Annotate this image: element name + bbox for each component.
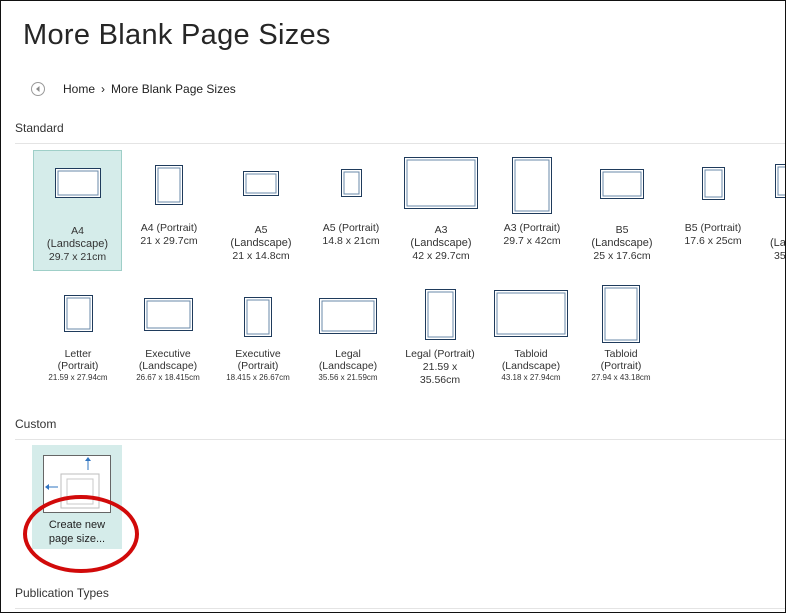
page-thumbnail (404, 157, 478, 209)
tile-dimensions: 21 x 14.8cm (232, 250, 290, 262)
page-thumbnail (143, 298, 193, 331)
tile-dimensions: 42 x 29.7cm (412, 250, 470, 262)
page-size-executive-portrait[interactable]: Executive (Portrait) 18.415 x 26.67cm (213, 281, 303, 403)
divider (15, 608, 785, 609)
tile-name: A4 (71, 225, 84, 237)
tile-orientation: (Portrait) (600, 360, 642, 372)
tile-dimensions: 14.8 x 21cm (322, 235, 380, 247)
page-thumbnail (340, 169, 362, 197)
page-title: More Blank Page Sizes (23, 19, 331, 51)
page-size-a3-portrait[interactable]: A3 (Portrait) 29.7 x 42cm (487, 150, 577, 271)
back-button[interactable] (31, 82, 45, 96)
tile-orientation: (Landscape) (138, 360, 198, 372)
window: More Blank Page Sizes Home › More Blank … (0, 0, 786, 613)
page-thumbnail (155, 165, 183, 205)
tile-name: Tabloid (514, 348, 548, 360)
page-size-partial[interactable]: (La 35 (761, 150, 786, 271)
tile-name: A5 (254, 224, 268, 236)
page-size-a4-portrait[interactable]: A4 (Portrait) 21 x 29.7cm (124, 150, 214, 271)
page-thumbnail (494, 290, 568, 337)
tile-orientation: (Landscape) (230, 237, 292, 249)
tile-name: A4 (Portrait) (140, 222, 198, 234)
tile-orientation: (Landscape) (318, 360, 378, 372)
tile-name: A3 (Portrait) (503, 222, 561, 234)
page-size-executive-landscape[interactable]: Executive (Landscape) 26.67 x 18.415cm (123, 281, 213, 403)
tile-dimensions: 29.7 x 21cm (48, 251, 107, 263)
tile-name: Tabloid (604, 348, 638, 360)
page-size-a4-landscape[interactable]: A4 (Landscape) 29.7 x 21cm (33, 150, 122, 271)
page-thumbnail (63, 295, 93, 332)
tile-orientation: (Landscape) (410, 237, 472, 249)
tile-dimensions: 27.94 x 43.18cm (591, 373, 651, 382)
section-custom-label: Custom (15, 417, 57, 431)
tile-orientation: (Portrait) (237, 360, 279, 372)
section-standard-label: Standard (15, 121, 64, 135)
tile-name: Executive (235, 348, 281, 360)
tile-orientation: (Landscape) (501, 360, 561, 372)
page-thumbnail (602, 285, 640, 343)
page-size-a5-portrait[interactable]: A5 (Portrait) 14.8 x 21cm (306, 150, 396, 271)
divider (15, 439, 785, 440)
section-publication-types-label: Publication Types (15, 586, 109, 600)
breadcrumb-separator: › (101, 82, 106, 96)
page-thumbnail (54, 168, 101, 198)
tile-dimensions: 25 x 17.6cm (593, 250, 651, 262)
page-thumbnail (512, 157, 552, 214)
page-thumbnail (424, 289, 456, 340)
tile-name: B5 (Portrait) (684, 222, 742, 234)
tile-name: A5 (Portrait) (322, 222, 380, 234)
page-thumbnail (701, 167, 725, 200)
tile-dimensions: 43.18 x 27.94cm (501, 373, 561, 382)
tile-name: Executive (145, 348, 191, 360)
page-size-legal-landscape[interactable]: Legal (Landscape) 35.56 x 21.59cm (303, 281, 393, 403)
page-thumbnail (243, 171, 279, 196)
divider (15, 143, 785, 144)
page-size-b5-portrait[interactable]: B5 (Portrait) 17.6 x 25cm (668, 150, 758, 271)
tile-dimensions: 21.59 x (422, 361, 458, 373)
back-arrow-icon (36, 86, 40, 92)
tile-dimensions: 17.6 x 25cm (684, 235, 742, 247)
tile-name: A3 (434, 224, 448, 236)
tile-dimensions: 35.56cm (419, 374, 461, 386)
tile-orientation: (Landscape) (591, 237, 653, 249)
create-new-label-line2: page size... (48, 533, 106, 545)
page-size-letter-portrait[interactable]: Letter (Portrait) 21.59 x 27.94cm (33, 281, 123, 403)
tile-name: Legal (335, 348, 361, 360)
create-new-label-line1: Create new (48, 519, 106, 531)
page-thumbnail (600, 169, 644, 199)
tile-dimensions: 21 x 29.7cm (140, 235, 198, 247)
tile-orientation: (Landscape) (46, 238, 109, 250)
breadcrumb-home[interactable]: Home (63, 82, 95, 96)
breadcrumb-current: More Blank Page Sizes (111, 82, 236, 96)
page-size-a5-landscape[interactable]: A5 (Landscape) 21 x 14.8cm (216, 150, 306, 271)
custom-page-size-icon (43, 455, 111, 513)
tile-name: Letter (64, 348, 92, 360)
tile-dimensions: 35.56 x 21.59cm (318, 373, 378, 382)
tile-dimensions: 26.67 x 18.415cm (136, 373, 200, 382)
page-thumbnail (775, 164, 785, 198)
tile-orientation: (La (770, 237, 786, 249)
tile-name: B5 (615, 224, 629, 236)
page-size-b5-landscape[interactable]: B5 (Landscape) 25 x 17.6cm (577, 150, 667, 271)
tile-orientation: (Portrait) (57, 360, 99, 372)
tile-dimensions: 21.59 x 27.94cm (48, 373, 108, 382)
page-size-legal-portrait[interactable]: Legal (Portrait) 21.59 x 35.56cm (394, 281, 486, 403)
tile-dimensions: 35 (774, 250, 786, 262)
page-size-tabloid-portrait[interactable]: Tabloid (Portrait) 27.94 x 43.18cm (576, 281, 666, 403)
breadcrumb: Home › More Blank Page Sizes (31, 79, 236, 99)
page-thumbnail (319, 298, 377, 334)
create-new-page-size-button[interactable]: Create new page size... (32, 445, 122, 549)
page-thumbnail (244, 297, 272, 337)
page-size-a3-landscape[interactable]: A3 (Landscape) 42 x 29.7cm (396, 150, 486, 271)
tile-dimensions: 29.7 x 42cm (503, 235, 561, 247)
tile-dimensions: 18.415 x 26.67cm (226, 373, 290, 382)
page-size-tabloid-landscape[interactable]: Tabloid (Landscape) 43.18 x 27.94cm (486, 281, 576, 403)
tile-name: Legal (Portrait) (405, 348, 475, 360)
